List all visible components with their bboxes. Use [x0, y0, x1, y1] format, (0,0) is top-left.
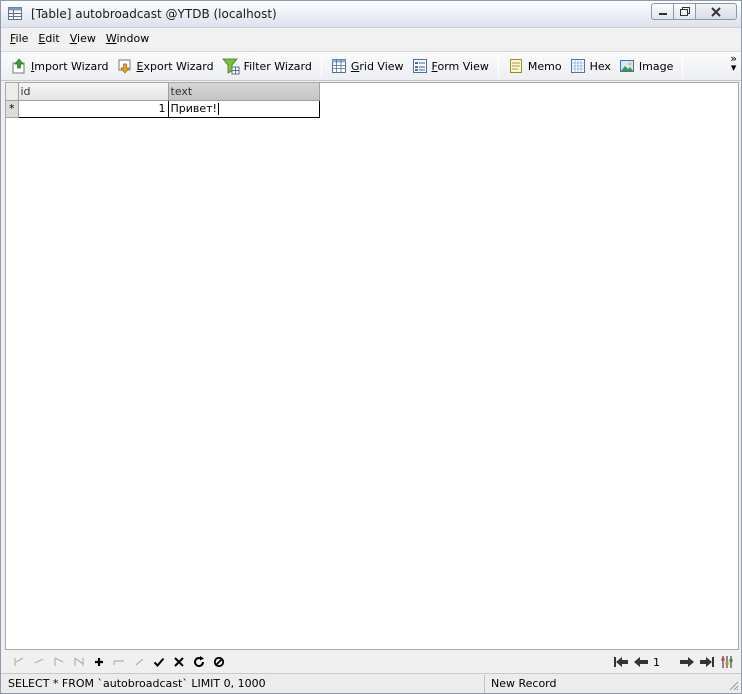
toolbar-separator	[682, 55, 684, 77]
menu-edit[interactable]: Edit	[33, 32, 64, 45]
prev-page-icon[interactable]	[631, 652, 651, 672]
restore-button[interactable]	[673, 3, 695, 20]
delete-record-icon[interactable]	[109, 652, 129, 672]
refresh-icon[interactable]	[189, 652, 209, 672]
data-grid[interactable]: id text * 1 Привет!	[5, 82, 739, 650]
title-bar[interactable]: [Table] autobroadcast @YTDB (localhost)	[1, 1, 741, 28]
first-field-icon[interactable]	[9, 652, 29, 672]
add-record-icon[interactable]	[89, 652, 109, 672]
prev-field-icon[interactable]	[29, 652, 49, 672]
menu-bar: File Edit View Window	[1, 28, 741, 48]
edit-record-icon[interactable]	[129, 652, 149, 672]
memo-icon	[509, 59, 522, 73]
window-title: [Table] autobroadcast @YTDB (localhost)	[31, 7, 277, 21]
filter-icon	[221, 58, 240, 75]
data-table: id text * 1 Привет!	[6, 83, 320, 118]
last-page-icon[interactable]	[697, 652, 717, 672]
filter-wizard-button[interactable]: Filter Wizard	[218, 55, 316, 77]
table-row[interactable]: * 1 Привет!	[6, 99, 320, 118]
export-icon	[118, 59, 131, 74]
last-field-icon[interactable]	[69, 652, 89, 672]
page-navigation: 1	[611, 651, 737, 673]
hex-icon	[570, 59, 585, 73]
image-icon	[619, 60, 634, 72]
status-sql-query: SELECT * FROM `autobroadcast` LIMIT 0, 1…	[1, 674, 485, 693]
row-indicator-header	[6, 83, 19, 101]
close-icon	[711, 6, 721, 17]
stop-icon[interactable]	[209, 652, 229, 672]
toolbar-overflow-chevron-icon[interactable]: » ▾	[730, 53, 737, 73]
column-header-id[interactable]: id	[18, 83, 169, 101]
grid-header-row: id text	[6, 83, 320, 101]
toolbar-separator	[320, 55, 322, 77]
table-app-icon	[8, 7, 22, 20]
apply-changes-check-icon[interactable]	[149, 652, 169, 672]
image-button[interactable]: Image	[615, 55, 677, 77]
text-caret	[217, 103, 219, 115]
menu-view[interactable]: View	[65, 32, 101, 45]
status-bar: SELECT * FROM `autobroadcast` LIMIT 0, 1…	[1, 673, 741, 693]
next-field-icon[interactable]	[49, 652, 69, 672]
import-wizard-button[interactable]: Import Wizard	[7, 55, 113, 77]
new-record-indicator: *	[6, 100, 19, 118]
column-header-text[interactable]: text	[168, 83, 320, 101]
cell-text-value: Привет!	[170, 102, 217, 115]
minimize-button[interactable]	[651, 3, 673, 20]
form-view-button[interactable]: Form View	[408, 55, 493, 77]
grid-view-button[interactable]: Grid View	[327, 55, 408, 77]
restore-icon	[679, 7, 690, 16]
close-button[interactable]	[695, 3, 737, 20]
window-controls	[651, 3, 737, 21]
page-number[interactable]: 1	[651, 656, 677, 669]
cell-id[interactable]: 1	[17, 99, 169, 118]
memo-button[interactable]: Memo	[504, 55, 566, 77]
discard-changes-x-icon[interactable]	[169, 652, 189, 672]
export-wizard-button[interactable]: Export Wizard	[113, 55, 218, 77]
table-window: [Table] autobroadcast @YTDB (localhost) …	[0, 0, 742, 694]
resize-grip-icon[interactable]	[727, 679, 739, 691]
form-view-icon	[412, 59, 427, 73]
minimize-icon	[658, 12, 667, 15]
grid-view-icon	[331, 59, 346, 73]
menu-window[interactable]: Window	[101, 32, 154, 45]
limit-settings-icon[interactable]	[717, 652, 737, 672]
toolbar: Import Wizard Export Wizard Filter Wizar…	[1, 51, 741, 81]
hex-button[interactable]: Hex	[566, 55, 615, 77]
record-navigation-bar: 1	[1, 651, 741, 673]
next-page-icon[interactable]	[677, 652, 697, 672]
first-page-icon[interactable]	[611, 652, 631, 672]
import-icon	[12, 58, 25, 74]
cell-text-editor[interactable]: Привет!	[167, 99, 320, 118]
toolbar-separator	[497, 55, 499, 77]
status-record-mode: New Record	[491, 676, 557, 690]
menu-file[interactable]: File	[5, 32, 33, 45]
